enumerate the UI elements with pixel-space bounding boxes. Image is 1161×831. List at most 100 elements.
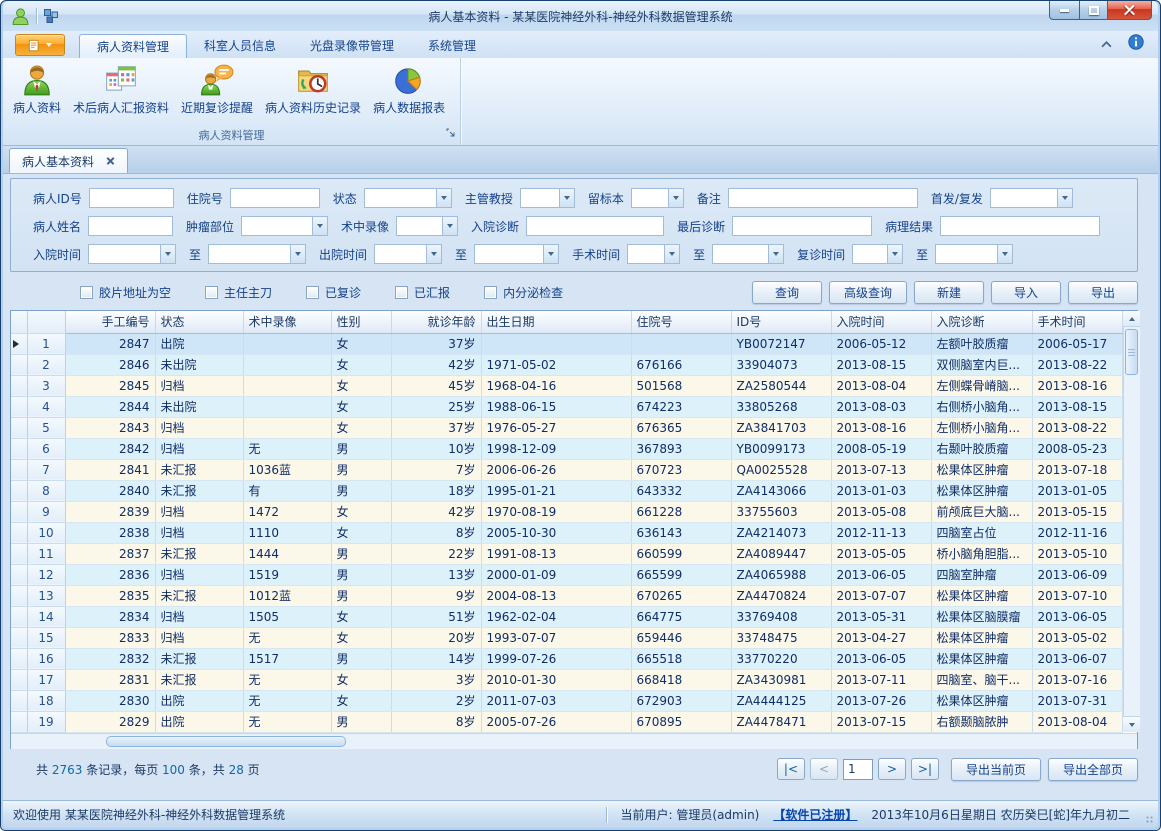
column-header-admission-no[interactable]: 住院号	[631, 311, 731, 333]
export-all-pages-button[interactable]: 导出全部页	[1048, 758, 1138, 781]
ribbon-tab-patient-data-management[interactable]: 病人资料管理	[79, 34, 187, 58]
export-button[interactable]: 导出	[1068, 281, 1138, 304]
chevron-down-icon[interactable]	[442, 217, 457, 235]
chevron-down-icon[interactable]	[543, 245, 558, 263]
column-header-manual-no[interactable]: 手工编号	[65, 311, 155, 333]
quick-access-blocks-icon[interactable]	[43, 8, 59, 24]
table-row[interactable]: 172831未汇报无女3岁2010-01-30668418ZA343098120…	[11, 669, 1122, 690]
chevron-down-icon[interactable]	[290, 245, 305, 263]
chevron-down-icon[interactable]	[436, 189, 451, 207]
ribbon-button-followup-reminder[interactable]: 近期复诊提醒	[175, 60, 259, 128]
discharge-date-from-combo[interactable]	[374, 244, 442, 264]
status-combo[interactable]	[364, 188, 452, 208]
followup-date-from-combo[interactable]	[852, 244, 903, 264]
admission-date-to-combo[interactable]	[208, 244, 306, 264]
table-row[interactable]: 122836归档1519男13岁2000-01-09665599ZA406598…	[11, 564, 1122, 585]
horizontal-scrollbar[interactable]	[11, 733, 1137, 749]
table-row[interactable]: 92839归档1472女42岁1970-08-19661228337556032…	[11, 501, 1122, 522]
ribbon-tab-department-staff-info[interactable]: 科室人员信息	[187, 34, 293, 58]
chevron-down-icon[interactable]	[160, 245, 175, 263]
checkbox-film-address-empty[interactable]: 胶片地址为空	[80, 284, 171, 301]
table-row[interactable]: 112837未汇报1444男22岁1991-08-13660599ZA40894…	[11, 543, 1122, 564]
ribbon-button-postop-report-data[interactable]: 术后病人汇报资料	[67, 60, 175, 128]
chevron-down-icon[interactable]	[559, 189, 574, 207]
checkbox-followed-up[interactable]: 已复诊	[306, 284, 361, 301]
chevron-down-icon[interactable]	[668, 189, 683, 207]
column-header-admission-date[interactable]: 入院时间	[831, 311, 931, 333]
column-header-surgery-date[interactable]: 手术时间	[1032, 311, 1122, 333]
table-row[interactable]: 102838归档1110女8岁2005-10-30636143ZA4214073…	[11, 522, 1122, 543]
followup-date-to-combo[interactable]	[935, 244, 1013, 264]
ribbon-collapse-chevron-icon[interactable]	[1101, 37, 1112, 51]
import-button[interactable]: 导入	[991, 281, 1061, 304]
next-page-button[interactable]: >	[878, 758, 906, 780]
table-row[interactable]: 22846未出院女42岁1971-05-02676166339040732013…	[11, 354, 1122, 375]
chevron-down-icon[interactable]	[997, 245, 1012, 263]
table-row[interactable]: 142834归档1505女51岁1962-02-0466477533769408…	[11, 606, 1122, 627]
chevron-down-icon[interactable]	[426, 245, 441, 263]
scroll-up-button[interactable]	[1123, 311, 1140, 327]
admission-no-input[interactable]	[230, 188, 320, 208]
ribbon-tab-disc-video-management[interactable]: 光盘录像带管理	[293, 34, 411, 58]
ribbon-button-patient-data-report[interactable]: 病人数据报表	[367, 60, 451, 128]
admission-diagnosis-input[interactable]	[526, 216, 664, 236]
vertical-scrollbar-thumb[interactable]	[1125, 329, 1138, 375]
chevron-down-icon[interactable]	[887, 245, 902, 263]
tab-patient-basic-info[interactable]: 病人基本资料	[9, 148, 128, 173]
table-row[interactable]: 32845归档女45岁1968-04-16501568ZA25805442013…	[11, 375, 1122, 396]
ribbon-tab-system-management[interactable]: 系统管理	[411, 34, 493, 58]
column-header-intraop-video[interactable]: 术中录像	[243, 311, 331, 333]
license-registered-link[interactable]: 【软件已注册】	[773, 806, 857, 823]
checkbox-reported[interactable]: 已汇报	[395, 284, 450, 301]
final-diagnosis-input[interactable]	[732, 216, 872, 236]
table-row[interactable]: 152833归档无女20岁1993-07-0765944633748475201…	[11, 627, 1122, 648]
chevron-down-icon[interactable]	[664, 245, 679, 263]
last-page-button[interactable]: >|	[911, 758, 939, 780]
chevron-down-icon[interactable]	[312, 217, 327, 235]
intraop-video-combo[interactable]	[396, 216, 458, 236]
maximize-button[interactable]	[1079, 1, 1108, 20]
checkbox-chief-surgeon[interactable]: 主任主刀	[205, 284, 272, 301]
patient-name-input[interactable]	[88, 216, 173, 236]
table-row[interactable]: 82840未汇报有男18岁1995-01-21643332ZA414306620…	[11, 480, 1122, 501]
table-row[interactable]: 182830出院无女2岁2011-07-03672903ZA4444125201…	[11, 690, 1122, 711]
table-row[interactable]: 52843归档女37岁1976-05-27676365ZA38417032013…	[11, 417, 1122, 438]
first-or-recurrence-combo[interactable]	[990, 188, 1073, 208]
table-row[interactable]: 132835未汇报1012蓝男9岁2004-08-13670265ZA44708…	[11, 585, 1122, 606]
column-header-status[interactable]: 状态	[155, 311, 243, 333]
close-button[interactable]	[1107, 1, 1152, 20]
vertical-scrollbar[interactable]	[1123, 311, 1140, 732]
table-row[interactable]: 192829出院无男8岁2005-07-26670895ZA4478471201…	[11, 711, 1122, 732]
column-header-age-at-visit[interactable]: 就诊年龄	[391, 311, 481, 333]
attending-professor-combo[interactable]	[520, 188, 575, 208]
table-row[interactable]: 62842归档无男10岁1998-12-09367893YB0099173200…	[11, 438, 1122, 459]
discharge-date-to-combo[interactable]	[474, 244, 559, 264]
chevron-down-icon[interactable]	[1057, 189, 1072, 207]
remarks-input[interactable]	[728, 188, 918, 208]
table-row[interactable]: 162832未汇报1517男14岁1999-07-266655183377022…	[11, 648, 1122, 669]
column-header-birth-date[interactable]: 出生日期	[481, 311, 631, 333]
patient-id-input[interactable]	[89, 188, 174, 208]
ribbon-button-patient-data[interactable]: 病人资料	[7, 60, 67, 128]
tumor-site-combo[interactable]	[241, 216, 328, 236]
chevron-down-icon[interactable]	[768, 245, 783, 263]
app-menu-button[interactable]	[15, 34, 65, 56]
checkbox-endocrine-exam[interactable]: 内分泌检查	[484, 284, 563, 301]
specimen-kept-combo[interactable]	[631, 188, 684, 208]
surgery-date-from-combo[interactable]	[627, 244, 680, 264]
column-header-id-no[interactable]: ID号	[731, 311, 831, 333]
export-current-page-button[interactable]: 导出当前页	[951, 758, 1041, 781]
pathology-result-input[interactable]	[940, 216, 1100, 236]
first-page-button[interactable]: |<	[777, 758, 805, 780]
resize-grip[interactable]	[1145, 815, 1154, 824]
ribbon-button-patient-history-record[interactable]: 病人资料历史记录	[259, 60, 367, 128]
tab-close-icon[interactable]	[106, 157, 115, 166]
dialog-launcher-icon[interactable]	[446, 127, 456, 142]
advanced-search-button[interactable]: 高级查询	[829, 281, 907, 304]
table-row[interactable]: 12847出院女37岁YB00721472006-05-12左额叶胶质瘤2006…	[11, 333, 1122, 354]
horizontal-scrollbar-thumb[interactable]	[106, 736, 346, 747]
column-header-gender[interactable]: 性别	[331, 311, 391, 333]
admission-date-from-combo[interactable]	[88, 244, 176, 264]
table-row[interactable]: 42844未出院女25岁1988-06-15674223338052682013…	[11, 396, 1122, 417]
info-icon[interactable]	[1128, 34, 1144, 53]
